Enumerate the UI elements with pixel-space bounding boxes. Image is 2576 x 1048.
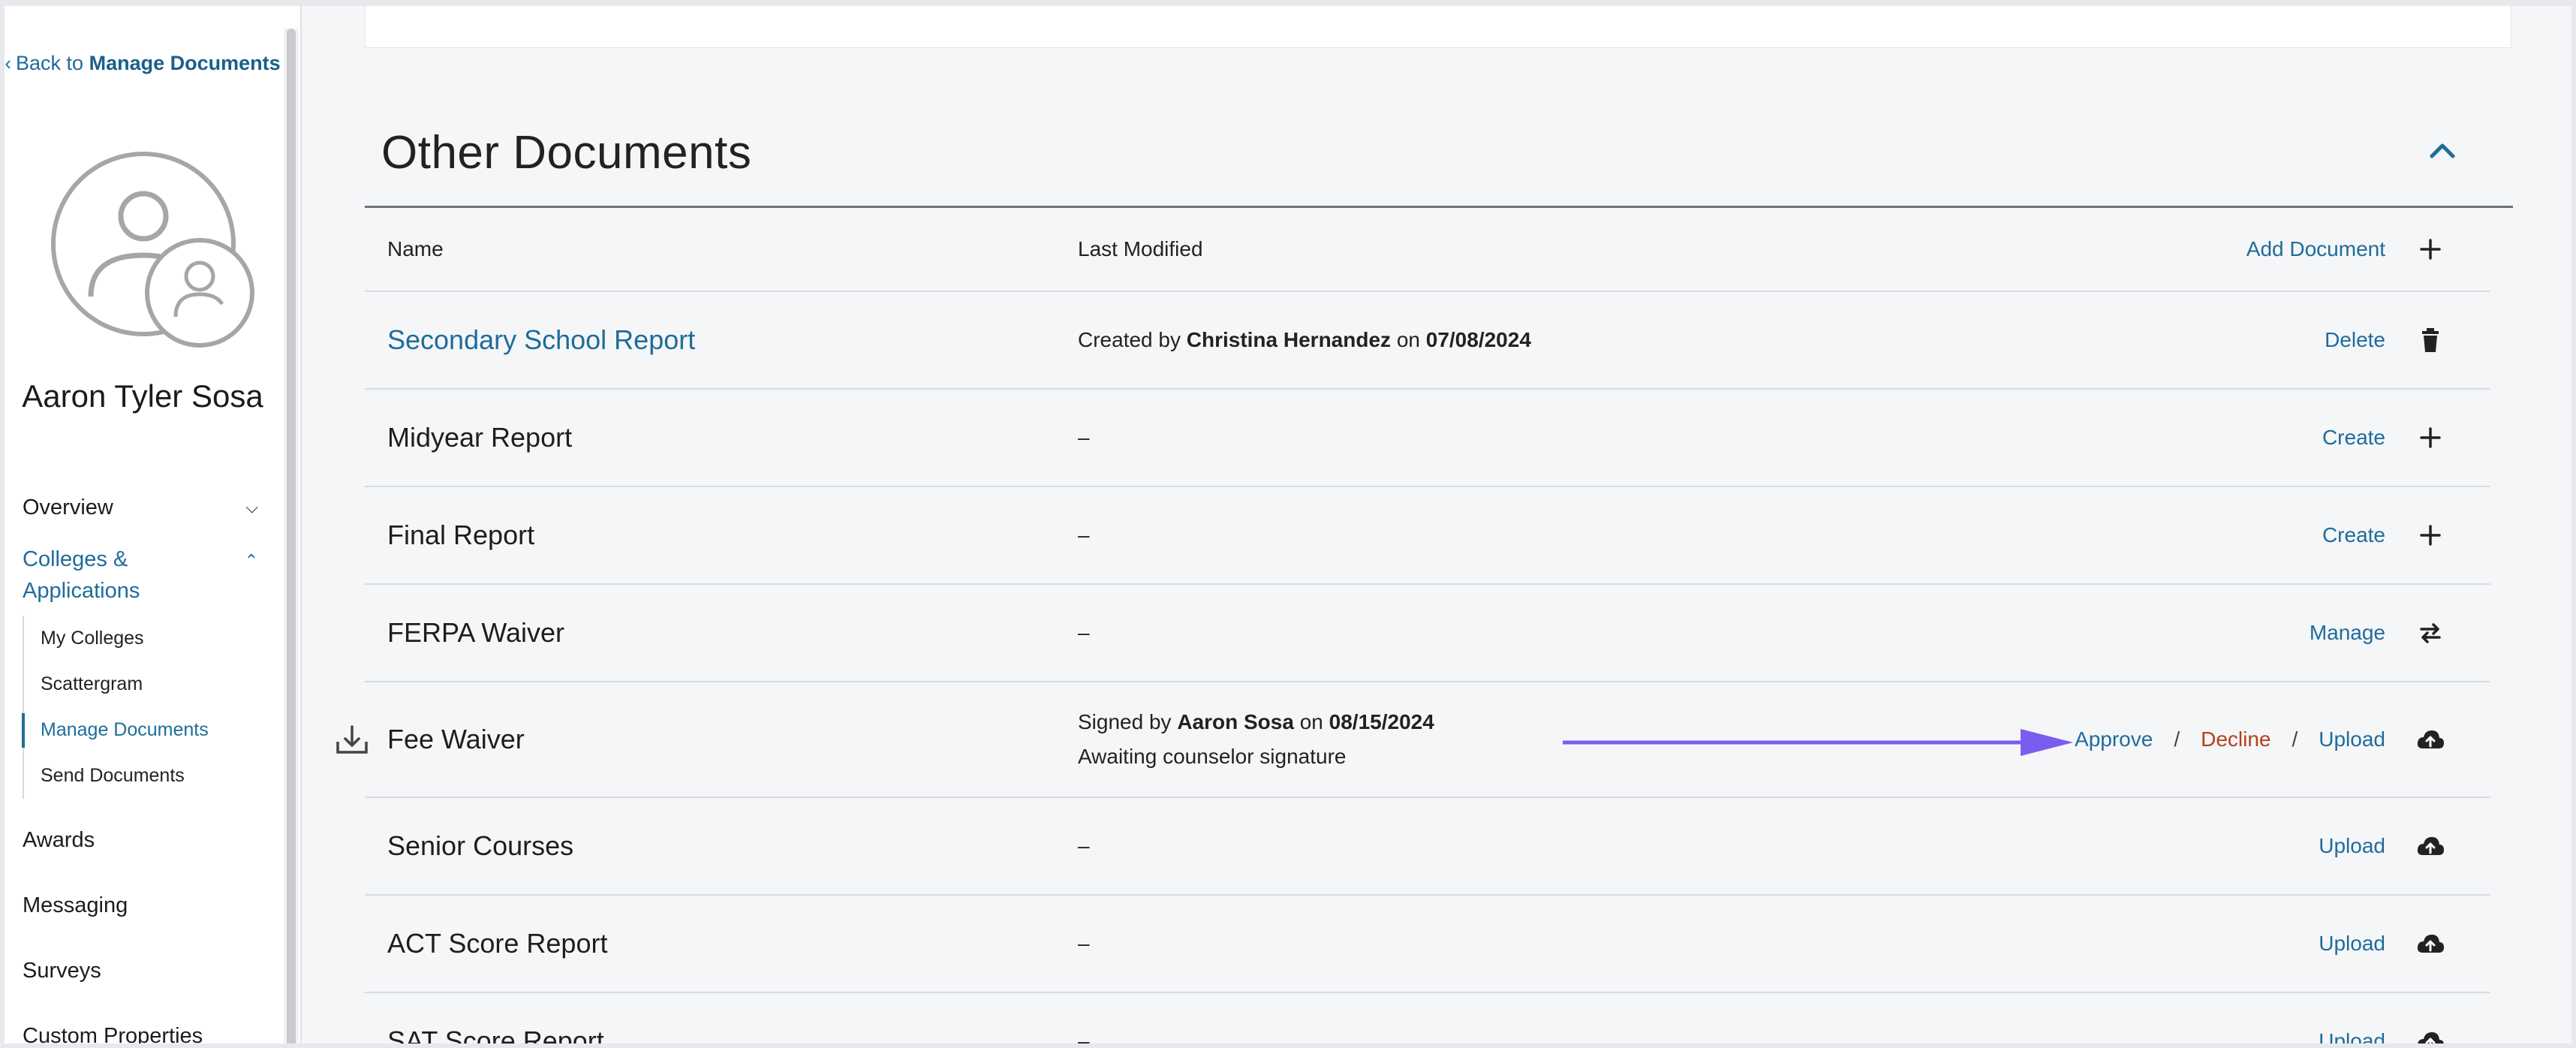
sidebar-subnav: My Colleges Scattergram Manage Documents… <box>22 616 281 799</box>
upload-link[interactable]: Upload <box>2319 834 2385 858</box>
document-name: Final Report <box>387 519 535 550</box>
table-row: Final Report – Create <box>365 487 2490 585</box>
student-name: Aaron Tyler Sosa <box>22 378 263 414</box>
delete-link[interactable]: Delete <box>2325 328 2385 352</box>
create-link[interactable]: Create <box>2322 426 2385 450</box>
last-modified: – <box>1078 834 1090 857</box>
table-row: SAT Score Report – Upload <box>365 993 2490 1048</box>
manage-link[interactable]: Manage <box>2310 621 2385 645</box>
documents-table: Name Last Modified Add Document Secondar… <box>336 208 2490 1048</box>
last-modified: – <box>1078 621 1090 644</box>
chevron-left-icon: ‹ <box>5 52 12 74</box>
column-header-name: Name <box>387 237 444 260</box>
sidebar-item-messaging[interactable]: Messaging <box>5 873 281 938</box>
sidebar-scrollbar[interactable] <box>284 29 299 1043</box>
sidebar-item-scattergram[interactable]: Scattergram <box>24 661 281 707</box>
document-name: Senior Courses <box>387 830 574 861</box>
document-name: ACT Score Report <box>387 928 608 959</box>
sidebar-item-custom-properties[interactable]: Custom Properties <box>5 1004 281 1043</box>
status-text: Awaiting counselor signature <box>1078 745 1347 768</box>
sidebar-item-surveys[interactable]: Surveys <box>5 938 281 1004</box>
document-name-link[interactable]: Secondary School Report <box>387 324 695 356</box>
last-modified: – <box>1078 426 1090 449</box>
chevron-down-icon: ⌵ <box>245 498 258 516</box>
cloud-upload-icon[interactable] <box>2415 724 2445 754</box>
table-row: FERPA Waiver – Manage <box>365 585 2490 682</box>
document-name: SAT Score Report <box>387 1025 604 1048</box>
table-row: Fee Waiver Signed by Aaron Sosa on 08/15… <box>336 682 2490 798</box>
create-link[interactable]: Create <box>2322 523 2385 547</box>
trash-icon[interactable] <box>2415 325 2445 355</box>
add-document-link[interactable]: Add Document <box>2246 237 2385 261</box>
table-row: Midyear Report – Create <box>365 390 2490 487</box>
last-modified: – <box>1078 932 1090 955</box>
cloud-upload-icon[interactable] <box>2415 929 2445 959</box>
table-row: Senior Courses – Upload <box>365 798 2490 896</box>
sidebar-item-manage-documents[interactable]: Manage Documents <box>22 707 281 753</box>
table-row: ACT Score Report – Upload <box>365 896 2490 993</box>
cloud-upload-icon[interactable] <box>2415 1026 2445 1048</box>
approve-link[interactable]: Approve <box>2075 727 2153 751</box>
last-modified: Created by Christina Hernandez on 07/08/… <box>1078 328 1531 351</box>
swap-icon[interactable] <box>2415 618 2445 648</box>
student-avatar-icon <box>51 152 254 348</box>
chevron-up-icon[interactable] <box>2424 132 2460 168</box>
document-name: Midyear Report <box>387 422 573 453</box>
upload-link[interactable]: Upload <box>2319 1029 2385 1043</box>
decline-link[interactable]: Decline <box>2201 727 2271 751</box>
sidebar-item-overview[interactable]: Overview ⌵ <box>5 486 281 529</box>
section-title: Other Documents <box>381 127 752 179</box>
sidebar-nav: Overview ⌵ Colleges & Applications ⌃ My … <box>5 486 281 1043</box>
row-actions: Approve / Decline / Upload <box>2075 727 2385 751</box>
annotation-arrow <box>1563 729 2073 756</box>
table-row: Secondary School Report Created by Chris… <box>365 292 2490 390</box>
sidebar-scrollbar-thumb[interactable] <box>287 29 296 1043</box>
sidebar-item-awards[interactable]: Awards <box>5 808 281 873</box>
column-header-last-modified: Last Modified <box>1078 237 1203 260</box>
previous-section-card <box>365 6 2511 48</box>
main-content: Other Documents Name Last Modified Add D… <box>302 6 2571 1048</box>
cloud-upload-icon[interactable] <box>2415 831 2445 861</box>
back-to-manage-documents-link[interactable]: ‹ Back to Manage Documents <box>5 48 281 78</box>
plus-icon[interactable] <box>2415 520 2445 550</box>
download-icon[interactable] <box>333 721 371 758</box>
plus-icon[interactable] <box>2415 234 2445 264</box>
sidebar-item-send-documents[interactable]: Send Documents <box>24 753 281 799</box>
last-modified: Signed by Aaron Sosa on 08/15/2024 Await… <box>1078 710 1434 768</box>
sidebar-item-my-colleges[interactable]: My Colleges <box>24 616 281 661</box>
upload-link[interactable]: Upload <box>2319 932 2385 956</box>
document-name: FERPA Waiver <box>387 617 565 648</box>
last-modified: – <box>1078 1029 1090 1048</box>
document-name: Fee Waiver <box>387 724 525 754</box>
table-header: Name Last Modified Add Document <box>365 208 2490 292</box>
sidebar: ‹ Back to Manage Documents Aaron Tyler So… <box>5 6 281 1043</box>
upload-link[interactable]: Upload <box>2319 727 2385 751</box>
app-frame: ‹ Back to Manage Documents Aaron Tyler So… <box>0 0 2576 1048</box>
plus-icon[interactable] <box>2415 423 2445 453</box>
last-modified: – <box>1078 523 1090 547</box>
chevron-up-icon: ⌃ <box>244 551 258 570</box>
sidebar-item-colleges-applications[interactable]: Colleges & Applications ⌃ <box>5 539 281 611</box>
